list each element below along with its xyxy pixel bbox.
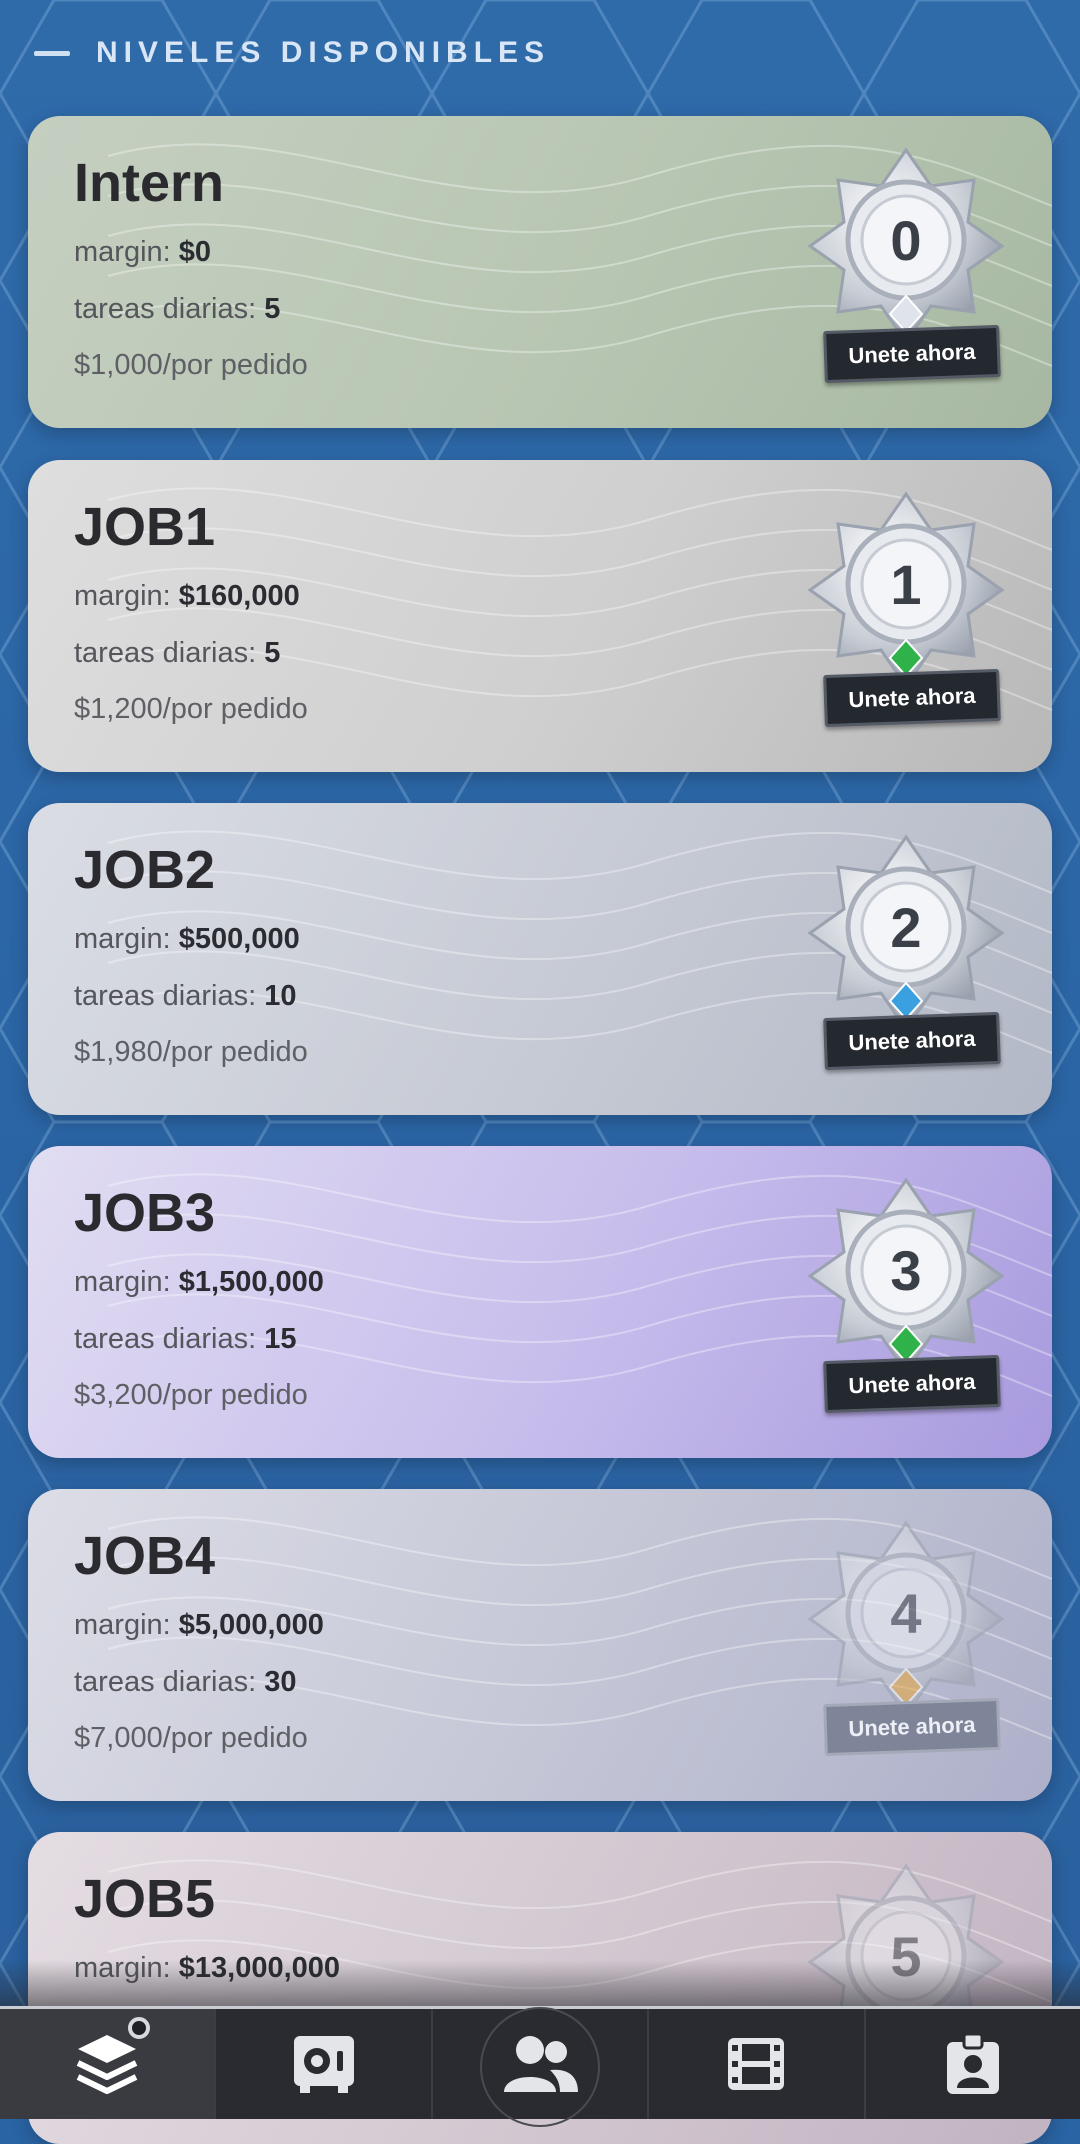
tasks-row: tareas diarias: 10 [74,980,297,1012]
nav-item-videos[interactable] [649,2009,866,2119]
nav-center-ring [480,2007,601,2127]
header-dash [34,50,70,56]
margin-row: margin: $5,000,000 [74,1609,324,1641]
tasks-value: 30 [264,1666,297,1698]
level-badge-icon: 0 [807,147,1005,345]
level-badge-icon: 4 [807,1520,1005,1718]
margin-value: $160,000 [178,580,300,612]
tasks-row: tareas diarias: 30 [74,1666,297,1698]
nav-item-profile[interactable] [866,2009,1080,2119]
svg-text:3: 3 [890,1239,921,1302]
section-title: NIVELES DISPONIBLES [96,36,551,69]
price-per-order: $1,980/por pedido [74,1036,308,1068]
layers-icon [76,2035,138,2094]
level-name: JOB3 [74,1183,216,1243]
notification-dot [128,2017,150,2039]
margin-value: $0 [178,236,212,268]
film-icon [728,2038,785,2090]
nav-item-levels[interactable] [0,2009,217,2119]
tasks-value: 10 [264,980,297,1012]
level-card-job3[interactable]: JOB3 margin: $1,500,000 tareas diarias: … [28,1146,1052,1458]
profile-badge-icon [946,2032,999,2094]
level-card-job4[interactable]: JOB4 margin: $5,000,000 tareas diarias: … [28,1489,1052,1801]
join-now-button[interactable]: Unete ahora [823,1354,1001,1414]
level-name: JOB2 [74,840,216,900]
bottom-fade [0,1960,1080,2010]
margin-value: $5,000,000 [178,1609,324,1641]
level-name: Intern [74,153,225,213]
tasks-value: 5 [264,293,281,325]
tasks-row: tareas diarias: 5 [74,293,281,325]
price-per-order: $3,200/por pedido [74,1379,308,1411]
tasks-row: tareas diarias: 15 [74,1323,297,1355]
level-badge-icon: 1 [807,491,1005,689]
level-card-intern[interactable]: Intern margin: $0 tareas diarias: 5 $1,0… [28,116,1052,428]
margin-row: margin: $160,000 [74,580,300,612]
level-name: JOB5 [74,1869,216,1929]
margin-row: margin: $0 [74,236,212,268]
bottom-navigation [0,2006,1080,2127]
svg-text:0: 0 [890,209,921,272]
section-header: NIVELES DISPONIBLES [34,36,550,70]
safe-icon [293,2036,354,2093]
join-now-button[interactable]: Unete ahora [823,1011,1001,1071]
join-now-button[interactable]: Unete ahora [823,1697,1001,1757]
tasks-value: 15 [264,1323,297,1355]
price-per-order: $1,000/por pedido [74,349,308,381]
margin-row: margin: $1,500,000 [74,1266,324,1298]
nav-item-safe[interactable] [216,2009,433,2119]
tasks-row: tareas diarias: 5 [74,637,281,669]
join-now-button[interactable]: Unete ahora [823,668,1001,728]
level-name: JOB1 [74,497,216,557]
nav-item-team[interactable] [433,2007,650,2127]
margin-value: $500,000 [178,923,300,955]
join-now-button[interactable]: Unete ahora [823,324,1001,384]
level-card-job1[interactable]: JOB1 margin: $160,000 tareas diarias: 5 … [28,460,1052,772]
level-badge-icon: 2 [807,834,1005,1032]
price-per-order: $1,200/por pedido [74,693,308,725]
level-badge-icon: 3 [807,1177,1005,1375]
margin-row: margin: $500,000 [74,923,300,955]
margin-value: $1,500,000 [178,1266,324,1298]
svg-text:1: 1 [890,553,921,616]
level-name: JOB4 [74,1526,216,1586]
svg-text:4: 4 [890,1582,921,1645]
svg-text:2: 2 [890,896,921,959]
tasks-value: 5 [264,637,281,669]
level-card-job2[interactable]: JOB2 margin: $500,000 tareas diarias: 10… [28,803,1052,1115]
price-per-order: $7,000/por pedido [74,1722,308,1754]
